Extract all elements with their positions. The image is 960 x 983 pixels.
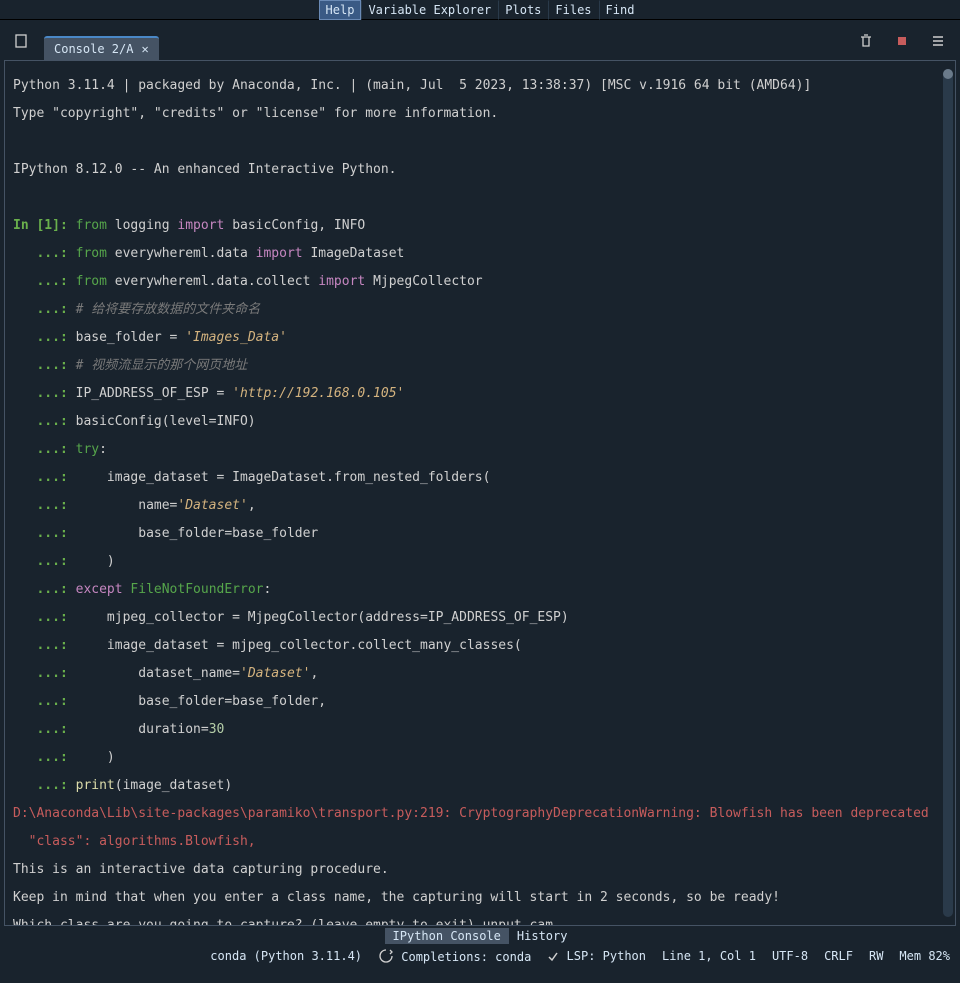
status-completions[interactable]: Completions: conda — [378, 948, 531, 964]
bottom-tab-bar: IPython Console History — [0, 926, 960, 946]
console-line: Which class are you going to capture? (l… — [13, 919, 931, 925]
status-lsp[interactable]: LSP: Python — [547, 949, 646, 963]
stop-icon — [894, 33, 910, 49]
scrollbar-thumb[interactable] — [943, 69, 953, 79]
console-line: Keep in mind that when you enter a class… — [13, 891, 931, 905]
menu-find[interactable]: Find — [599, 0, 642, 20]
refresh-icon — [378, 948, 394, 964]
menu-help[interactable]: Help — [319, 0, 362, 20]
status-eol[interactable]: CRLF — [824, 949, 853, 963]
tab-history[interactable]: History — [509, 928, 576, 944]
tab-label: Console 2/A — [54, 42, 133, 56]
status-memory[interactable]: Mem 82% — [899, 949, 950, 963]
scrollbar[interactable] — [943, 69, 953, 917]
trash-icon — [858, 33, 874, 49]
status-bar: conda (Python 3.11.4) Completions: conda… — [0, 946, 960, 966]
status-cursor-position[interactable]: Line 1, Col 1 — [662, 949, 756, 963]
console-output[interactable]: Python 3.11.4 | packaged by Anaconda, In… — [5, 61, 939, 925]
console-line: This is an interactive data capturing pr… — [13, 863, 931, 877]
console-line: "class": algorithms.Blowfish, — [13, 835, 931, 849]
console-tab[interactable]: Console 2/A ✕ — [44, 36, 159, 60]
main-menu-bar: Help Variable Explorer Plots Files Find — [0, 0, 960, 20]
prompt-in: In [1]: — [13, 218, 68, 233]
hamburger-icon — [930, 33, 946, 49]
status-readwrite[interactable]: RW — [869, 949, 883, 963]
remove-console-button[interactable] — [852, 27, 880, 55]
interrupt-kernel-button[interactable] — [888, 27, 916, 55]
console-line: Python 3.11.4 | packaged by Anaconda, In… — [13, 79, 931, 93]
check-icon — [547, 951, 559, 963]
console-line: IPython 8.12.0 -- An enhanced Interactiv… — [13, 163, 931, 177]
menu-variable-explorer[interactable]: Variable Explorer — [361, 0, 498, 20]
new-console-button[interactable] — [8, 27, 36, 55]
options-button[interactable] — [924, 27, 952, 55]
status-encoding[interactable]: UTF-8 — [772, 949, 808, 963]
menu-files[interactable]: Files — [548, 0, 598, 20]
new-file-icon — [14, 33, 30, 49]
console-pane: Python 3.11.4 | packaged by Anaconda, In… — [4, 60, 956, 926]
console-line: Type "copyright", "credits" or "license"… — [13, 107, 931, 121]
tab-ipython-console[interactable]: IPython Console — [385, 928, 509, 944]
tab-bar: Console 2/A ✕ — [0, 20, 960, 60]
status-env[interactable]: conda (Python 3.11.4) — [210, 949, 362, 963]
close-icon[interactable]: ✕ — [141, 42, 148, 56]
console-line: D:\Anaconda\Lib\site-packages\paramiko\t… — [13, 807, 931, 821]
menu-plots[interactable]: Plots — [498, 0, 548, 20]
